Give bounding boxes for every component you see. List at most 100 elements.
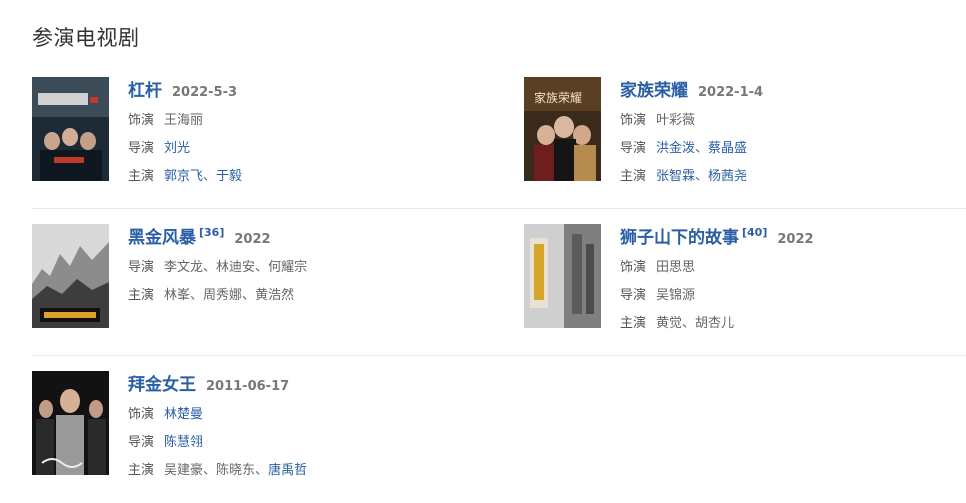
name-separator: 、	[682, 315, 696, 331]
person-name: 周秀娜	[203, 287, 243, 303]
show-date: 2022-1-4	[698, 85, 764, 100]
show-poster[interactable]	[32, 224, 109, 328]
show-card: 拜金女王 2011-06-17 饰演 林楚曼 导演 陈慧翎 主演 吴建豪、陈晓东、唐禹哲	[32, 370, 524, 503]
name-separator: 、	[255, 259, 269, 275]
name-separator: 、	[190, 287, 204, 303]
credit-line: 饰演 林楚曼	[128, 398, 307, 426]
credit-label: 导演	[128, 140, 155, 156]
show-title[interactable]: 家族荣耀	[620, 76, 688, 101]
credit-line: 主演 吴建豪、陈晓东、唐禹哲	[128, 454, 307, 482]
credit-label: 主演	[620, 315, 647, 331]
credit-line: 主演 张智霖、杨茜尧	[620, 160, 763, 188]
section-title: 参演电视剧	[32, 26, 140, 50]
person-name: 吴建豪	[164, 462, 204, 478]
credit-label: 主演	[128, 168, 155, 184]
person-link[interactable]: 蔡晶盛	[708, 141, 747, 156]
credit-value: 郭京飞、于毅	[164, 165, 242, 184]
credit-value: 陈慧翎	[164, 431, 203, 450]
name-separator: 、	[255, 462, 269, 478]
name-separator: 、	[203, 168, 217, 184]
credit-line: 饰演 田思思	[620, 251, 814, 279]
person-link[interactable]: 陈慧翎	[164, 435, 203, 450]
credit-label: 主演	[128, 287, 155, 303]
credit-label: 饰演	[620, 259, 647, 275]
credit-label: 饰演	[128, 112, 155, 128]
name-separator: 、	[203, 259, 217, 275]
show-poster[interactable]	[524, 224, 601, 328]
list-row: 杠杆 2022-5-3 饰演王海丽导演刘光主演郭京飞、于毅 家族荣耀	[32, 62, 966, 209]
person-name: 田思思	[656, 259, 696, 275]
credit-value: 刘光	[164, 137, 190, 156]
person-name: 林迪安	[216, 259, 256, 275]
credit-value: 吴建豪、陈晓东、唐禹哲	[164, 459, 307, 478]
person-link[interactable]: 杨茜尧	[708, 169, 747, 184]
person-link[interactable]: 张智霖	[656, 169, 695, 184]
credit-value: 王海丽	[164, 109, 203, 128]
person-name: 吴锦源	[656, 287, 696, 303]
show-title[interactable]: 狮子山下的故事	[620, 223, 739, 248]
show-credits: 饰演 王海丽 导演 刘光 主演 郭京飞、于毅	[128, 104, 242, 188]
show-date: 2022-5-3	[172, 85, 238, 100]
credit-label: 主演	[620, 168, 647, 184]
person-name: 林峯	[164, 287, 191, 303]
credit-line: 导演 吴锦源	[620, 279, 814, 307]
person-name: 王海丽	[164, 112, 204, 128]
credit-line: 主演 郭京飞、于毅	[128, 160, 242, 188]
person-name: 叶彩薇	[656, 112, 696, 128]
credit-value: 黄觉、胡杏儿	[656, 312, 734, 331]
show-title[interactable]: 黑金风暴	[128, 223, 196, 248]
person-link[interactable]: 唐禹哲	[268, 463, 307, 478]
list-row: 黑金风暴 [36] 2022 导演 李文龙、林迪安、何耀宗 主演 林峯、周秀娜、黄浩然	[32, 209, 966, 356]
show-date: 2011-06-17	[206, 379, 290, 394]
credit-line: 导演 洪金泼、蔡晶盛	[620, 132, 763, 160]
show-poster[interactable]: 家族荣耀	[524, 77, 601, 181]
show-credits: 饰演 林楚曼 导演 陈慧翎 主演 吴建豪、陈晓东、唐禹哲	[128, 398, 307, 482]
person-link[interactable]: 洪金泼	[656, 141, 695, 156]
person-name: 胡杏儿	[695, 315, 735, 331]
person-link[interactable]: 于毅	[216, 169, 242, 184]
show-title[interactable]: 杠杆	[128, 76, 162, 101]
credit-label: 饰演	[620, 112, 647, 128]
credit-label: 导演	[128, 434, 155, 450]
name-separator: 、	[695, 168, 709, 184]
credit-value: 林楚曼	[164, 403, 203, 422]
credit-value: 田思思	[656, 256, 695, 275]
credit-label: 主演	[128, 462, 155, 478]
credit-line: 主演 黄觉、胡杏儿	[620, 307, 814, 335]
person-name: 黄觉	[656, 315, 683, 331]
credit-line: 饰演 王海丽	[128, 104, 242, 132]
credit-line: 导演 陈慧翎	[128, 426, 307, 454]
credit-label: 饰演	[128, 406, 155, 422]
name-separator: 、	[203, 462, 217, 478]
show-date: 2022	[234, 232, 271, 247]
credit-line: 饰演 叶彩薇	[620, 104, 763, 132]
name-separator: 、	[695, 140, 709, 156]
person-name: 何耀宗	[268, 259, 308, 275]
credit-label: 导演	[620, 287, 647, 303]
show-card: 家族荣耀 家族荣耀 2022-1-4 饰演 叶彩薇 导演 洪金泼、蔡晶盛 主演 张智霖、杨…	[524, 76, 966, 208]
show-card: 狮子山下的故事 [40] 2022 饰演 田思思 导演 吴锦源 主演 黄觉、胡杏儿	[524, 223, 966, 355]
citation-ref[interactable]: [40]	[742, 226, 767, 239]
show-poster[interactable]	[32, 371, 109, 475]
show-credits: 饰演 田思思 导演 吴锦源 主演 黄觉、胡杏儿	[620, 251, 814, 335]
citation-ref[interactable]: [36]	[199, 226, 224, 239]
show-card: 杠杆 2022-5-3 饰演 王海丽 导演 刘光 主演 郭京飞、于毅	[32, 76, 524, 208]
credit-label: 导演	[128, 259, 155, 275]
person-name: 李文龙	[164, 259, 204, 275]
person-link[interactable]: 林楚曼	[164, 407, 203, 422]
show-poster[interactable]	[32, 77, 109, 181]
credit-line: 导演 李文龙、林迪安、何耀宗	[128, 251, 307, 279]
person-link[interactable]: 刘光	[164, 141, 190, 156]
show-title[interactable]: 拜金女王	[128, 370, 196, 395]
person-name: 黄浩然	[255, 287, 295, 303]
person-name: 陈晓东	[216, 462, 256, 478]
person-link[interactable]: 郭京飞	[164, 169, 203, 184]
credit-value: 吴锦源	[656, 284, 695, 303]
tv-series-list: 杠杆 2022-5-3 饰演王海丽导演刘光主演郭京飞、于毅 家族荣耀	[32, 62, 966, 503]
show-date: 2022	[777, 232, 814, 247]
credit-value: 洪金泼、蔡晶盛	[656, 137, 747, 156]
show-card: 黑金风暴 [36] 2022 导演 李文龙、林迪安、何耀宗 主演 林峯、周秀娜、黄浩然	[32, 223, 524, 355]
credit-label: 导演	[620, 140, 647, 156]
credit-value: 张智霖、杨茜尧	[656, 165, 747, 184]
credit-line: 导演 刘光	[128, 132, 242, 160]
